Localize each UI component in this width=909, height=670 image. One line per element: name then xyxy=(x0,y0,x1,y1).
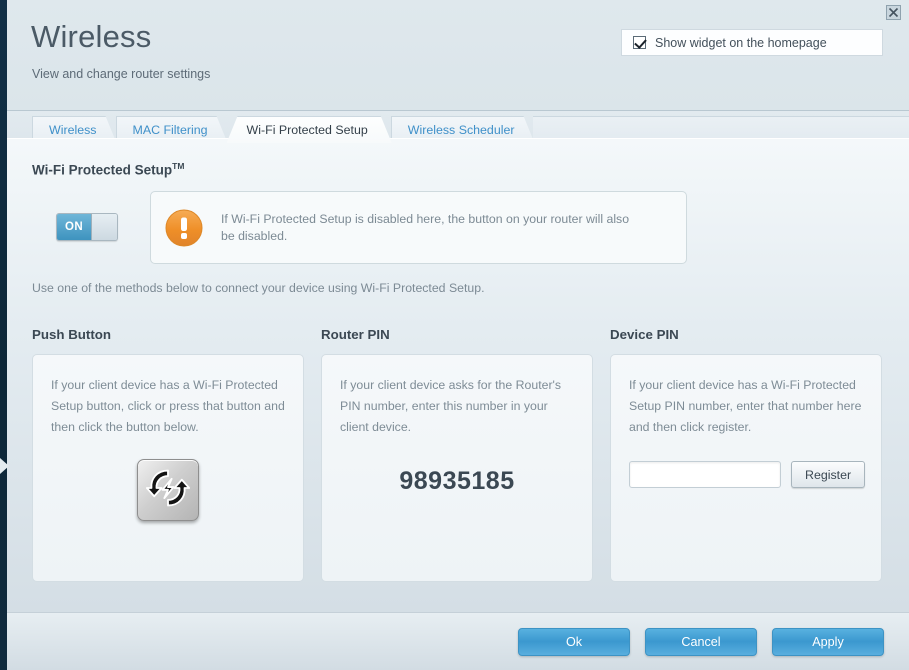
show-widget-checkbox-row[interactable]: Show widget on the homepage xyxy=(621,29,883,56)
device-pin-heading: Device PIN xyxy=(610,327,679,342)
wps-push-button-icon xyxy=(145,465,191,516)
page-subtitle: View and change router settings xyxy=(32,67,211,81)
push-button-column: Push Button If your client device has a … xyxy=(32,327,304,582)
close-icon[interactable] xyxy=(886,5,901,20)
device-pin-input[interactable] xyxy=(629,461,781,488)
left-collapse-rail[interactable] xyxy=(0,0,7,670)
wps-enable-toggle[interactable]: ON xyxy=(56,213,118,241)
show-widget-label: Show widget on the homepage xyxy=(655,35,827,50)
wps-warning-box: If Wi-Fi Protected Setup is disabled her… xyxy=(150,191,687,264)
apply-button[interactable]: Apply xyxy=(772,628,884,656)
device-pin-column: Device PIN If your client device has a W… xyxy=(610,327,882,582)
content-panel: Wi-Fi Protected SetupTM ON If Wi-Fi Prot… xyxy=(7,138,909,612)
wps-toggle-on-label: ON xyxy=(57,214,91,240)
push-button-text: If your client device has a Wi-Fi Protec… xyxy=(51,378,285,434)
cancel-button[interactable]: Cancel xyxy=(645,628,757,656)
wps-push-button[interactable] xyxy=(137,459,199,521)
router-pin-heading: Router PIN xyxy=(321,327,390,342)
device-pin-text: If your client device has a Wi-Fi Protec… xyxy=(629,378,862,434)
section-title: Wi-Fi Protected SetupTM xyxy=(32,161,184,178)
section-title-text: Wi-Fi Protected Setup xyxy=(32,162,173,178)
methods-note: Use one of the methods below to connect … xyxy=(32,281,485,295)
router-pin-value: 98935185 xyxy=(399,467,515,495)
footer-buttons: Ok Cancel Apply xyxy=(518,628,884,656)
wps-button-wrap xyxy=(33,459,303,521)
methods-cards: Push Button If your client device has a … xyxy=(32,327,884,582)
page-title: Wireless xyxy=(31,19,152,54)
device-pin-row: Register xyxy=(629,461,866,488)
tab-wifi-protected-setup[interactable]: Wi-Fi Protected Setup xyxy=(227,116,392,143)
register-button[interactable]: Register xyxy=(791,461,866,488)
wps-toggle-knob[interactable] xyxy=(91,214,117,240)
device-pin-card: If your client device has a Wi-Fi Protec… xyxy=(610,354,882,582)
sidebar-expand-arrow-icon[interactable] xyxy=(0,458,9,474)
page-header: Wireless View and change router settings… xyxy=(7,0,909,111)
ok-button[interactable]: Ok xyxy=(518,628,630,656)
show-widget-checkbox[interactable] xyxy=(633,36,646,49)
router-pin-column: Router PIN If your client device asks fo… xyxy=(321,327,593,582)
footer-bar: Ok Cancel Apply xyxy=(7,612,909,670)
warning-exclamation-icon xyxy=(165,209,203,247)
push-button-card: If your client device has a Wi-Fi Protec… xyxy=(32,354,304,582)
trademark-mark: TM xyxy=(172,161,185,171)
wps-warning-text: If Wi-Fi Protected Setup is disabled her… xyxy=(221,211,630,243)
router-pin-text: If your client device asks for the Route… xyxy=(340,378,562,434)
router-pin-card: If your client device asks for the Route… xyxy=(321,354,593,582)
push-button-heading: Push Button xyxy=(32,327,112,342)
